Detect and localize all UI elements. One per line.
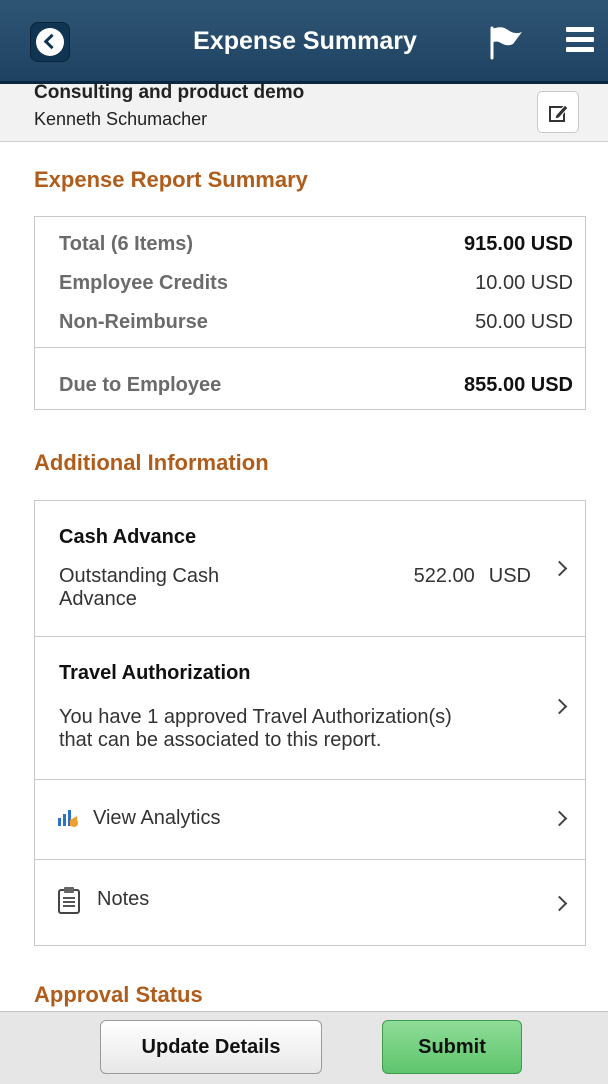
summary-section-title: Expense Report Summary xyxy=(34,167,308,192)
page-title: Expense Summary xyxy=(193,27,417,55)
report-description: Consulting and product demo xyxy=(34,82,305,103)
summary-label: Total (6 Items) xyxy=(59,233,194,255)
summary-divider xyxy=(35,347,585,348)
edit-button[interactable] xyxy=(537,91,579,133)
travel-auth-heading: Travel Authorization xyxy=(59,662,251,684)
cash-advance-heading: Cash Advance xyxy=(59,526,197,548)
notes-label: Notes xyxy=(97,888,150,910)
travel-auth-message: You have 1 approved Travel Authorization… xyxy=(59,706,452,751)
app-header: Expense Summary xyxy=(0,0,608,84)
update-details-button[interactable]: Update Details xyxy=(100,1020,322,1074)
hamburger-menu-icon[interactable] xyxy=(566,27,594,53)
cash-advance-row[interactable]: Cash Advance Outstanding Cash Advance 52… xyxy=(35,501,585,637)
notes-row[interactable]: Notes xyxy=(35,860,585,946)
back-button[interactable] xyxy=(30,22,70,62)
chevron-right-icon xyxy=(551,560,568,577)
employee-name: Kenneth Schumacher xyxy=(34,109,208,129)
summary-value: 855.00 USD xyxy=(464,374,573,396)
submit-button[interactable]: Submit xyxy=(382,1020,522,1074)
summary-label: Due to Employee xyxy=(59,374,222,396)
action-footer: Update Details Submit xyxy=(0,1011,608,1084)
approval-section-title: Approval Status xyxy=(34,982,203,1007)
view-analytics-row[interactable]: View Analytics xyxy=(35,780,585,860)
chevron-right-icon xyxy=(551,810,568,827)
chevron-right-icon xyxy=(551,895,568,912)
flag-icon[interactable] xyxy=(488,24,524,60)
back-arrow-icon xyxy=(36,28,64,56)
summary-label: Non-Reimburse xyxy=(59,311,208,333)
travel-authorization-row[interactable]: Travel Authorization You have 1 approved… xyxy=(35,637,585,780)
summary-value: 915.00 USD xyxy=(464,233,573,255)
summary-box: Total (6 Items) 915.00 USD Employee Cred… xyxy=(34,216,586,410)
summary-value: 10.00 USD xyxy=(475,272,573,294)
cash-advance-label: Outstanding Cash Advance xyxy=(59,565,220,610)
analytics-chart-icon xyxy=(58,810,78,827)
additional-section-title: Additional Information xyxy=(34,450,269,475)
cash-advance-amount: 522.00 USD xyxy=(413,565,531,587)
summary-value: 50.00 USD xyxy=(475,311,573,333)
clipboard-icon xyxy=(58,887,80,914)
view-analytics-label: View Analytics xyxy=(93,807,221,829)
edit-icon xyxy=(549,104,569,122)
chevron-right-icon xyxy=(551,698,568,715)
additional-info-box: Cash Advance Outstanding Cash Advance 52… xyxy=(34,500,586,946)
summary-label: Employee Credits xyxy=(59,272,228,294)
